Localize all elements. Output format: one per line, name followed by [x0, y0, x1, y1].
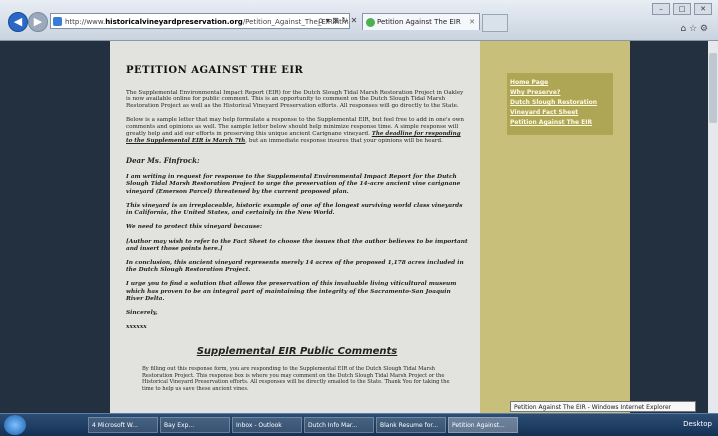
intro-paragraph-1: The Supplemental Environmental Impact Re… — [126, 89, 464, 110]
letter-paragraph-6: I urge you to find a solution that allow… — [126, 281, 457, 302]
task-item-active[interactable]: Petition Against... — [448, 417, 518, 433]
taskbar-tooltip: Petition Against The EIR - Windows Inter… — [510, 401, 696, 412]
section-text: By filling out this response form, you a… — [142, 366, 450, 392]
intro-paragraph-2: Below is a sample letter that may help f… — [126, 117, 464, 145]
browser-chrome: – □ ✕ ◀ ▶ http://www.historicalvineyardp… — [0, 0, 718, 41]
tools-icons[interactable]: ⌂ ☆ ⚙ — [680, 24, 708, 34]
section-title: Supplemental EIR Public Comments — [196, 345, 398, 357]
nav-link-dutch-slough[interactable]: Dutch Slough Restoration — [510, 99, 610, 106]
task-list: 4 Microsoft W... Bay Exp... Inbox - Outl… — [88, 417, 518, 433]
system-tray[interactable]: Desktop — [683, 420, 712, 428]
task-item[interactable]: 4 Microsoft W... — [88, 417, 158, 433]
letter-paragraph-4: [Author may wish to refer to the Fact Sh… — [126, 238, 468, 252]
tab-title: Petition Against The EIR — [377, 18, 461, 26]
site-icon — [366, 18, 375, 27]
window-controls: – □ ✕ — [652, 3, 712, 15]
scrollbar[interactable] — [708, 41, 718, 413]
nav-link-why-preserve[interactable]: Why Preserve? — [510, 89, 610, 96]
tab-petition[interactable]: Petition Against The EIR ✕ — [362, 13, 480, 30]
salutation: Dear Ms. Finfrock: — [126, 156, 200, 166]
nav-link-fact-sheet[interactable]: Vineyard Fact Sheet — [510, 109, 610, 116]
sidebar: Home Page Why Preserve? Dutch Slough Res… — [480, 41, 630, 413]
task-item[interactable]: Inbox - Outlook — [232, 417, 302, 433]
task-item[interactable]: Dutch Info Mar... — [304, 417, 374, 433]
article: PETITION AGAINST THE EIR The Supplementa… — [126, 65, 468, 399]
signature: xxxxxx — [126, 324, 147, 331]
url-domain: historicalvineyardpreservation.org — [105, 18, 243, 26]
address-bar[interactable]: http://www.historicalvineyardpreservatio… — [50, 13, 350, 29]
tab-close-icon[interactable]: ✕ — [469, 14, 475, 31]
page-viewport: PETITION AGAINST THE EIR The Supplementa… — [0, 41, 718, 413]
page-icon — [53, 17, 62, 26]
nav-link-home[interactable]: Home Page — [510, 79, 610, 86]
new-tab-button[interactable] — [482, 14, 508, 32]
taskbar: 4 Microsoft W... Bay Exp... Inbox - Outl… — [0, 413, 718, 436]
letter-paragraph-3: We need to protect this vineyard because… — [126, 224, 262, 231]
scrollbar-thumb[interactable] — [709, 53, 717, 123]
forward-button[interactable]: ▶ — [28, 12, 48, 32]
close-icon[interactable]: ✕ — [694, 3, 712, 15]
task-item[interactable]: Bay Exp... — [160, 417, 230, 433]
closing: Sincerely, — [126, 310, 158, 317]
nav-link-petition[interactable]: Petition Against The EIR — [510, 119, 610, 126]
main-content-panel: PETITION AGAINST THE EIR The Supplementa… — [110, 41, 480, 413]
back-button[interactable]: ◀ — [8, 12, 28, 32]
page-title: PETITION AGAINST THE EIR — [126, 65, 304, 76]
letter-paragraph-2: This vineyard is an irreplaceable, histo… — [126, 202, 463, 217]
start-button[interactable] — [4, 415, 26, 435]
address-controls[interactable]: ρ ▾ ⊠ ↻ ✕ — [318, 13, 357, 29]
letter-paragraph-1: I am writing in request for response to … — [126, 174, 461, 195]
minimize-icon[interactable]: – — [652, 3, 670, 15]
nav-menu: Home Page Why Preserve? Dutch Slough Res… — [507, 73, 613, 135]
letter-paragraph-5: In conclusion, this ancient vineyard rep… — [126, 260, 464, 274]
task-item[interactable]: Blank Resume for... — [376, 417, 446, 433]
maximize-icon[interactable]: □ — [673, 3, 691, 15]
